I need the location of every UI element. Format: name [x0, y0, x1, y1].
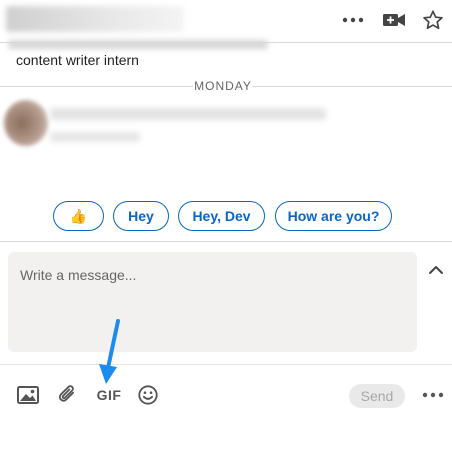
- send-button[interactable]: Send: [349, 384, 405, 408]
- video-call-icon[interactable]: [381, 8, 407, 32]
- message-input-placeholder: Write a message...: [20, 267, 137, 283]
- redacted-text: [8, 40, 268, 49]
- attachment-icon[interactable]: [56, 382, 80, 408]
- quick-reply-how-are-you[interactable]: How are you?: [275, 201, 392, 231]
- redacted-text: [50, 108, 326, 120]
- quick-reply-hey[interactable]: Hey: [113, 201, 169, 231]
- star-icon[interactable]: [420, 8, 446, 32]
- quick-reply-thumbs-up[interactable]: 👍: [53, 201, 104, 231]
- redacted-text: [50, 132, 140, 142]
- quick-reply-hey-dev[interactable]: Hey, Dev: [178, 201, 265, 231]
- gif-icon: GIF: [96, 387, 122, 403]
- day-divider-label: MONDAY: [193, 79, 253, 93]
- image-icon[interactable]: [16, 382, 40, 408]
- more-options-icon[interactable]: [420, 382, 446, 408]
- message-text: content writer intern: [16, 52, 139, 68]
- more-options-icon[interactable]: [340, 8, 366, 32]
- compose-divider: [0, 241, 452, 242]
- collapse-chevron-icon[interactable]: [426, 262, 446, 278]
- avatar: [4, 100, 48, 146]
- toolbar-divider: [0, 364, 452, 365]
- annotation-arrow-icon: [96, 318, 126, 386]
- contact-name-redacted: [6, 6, 184, 32]
- emoji-icon[interactable]: [136, 382, 160, 408]
